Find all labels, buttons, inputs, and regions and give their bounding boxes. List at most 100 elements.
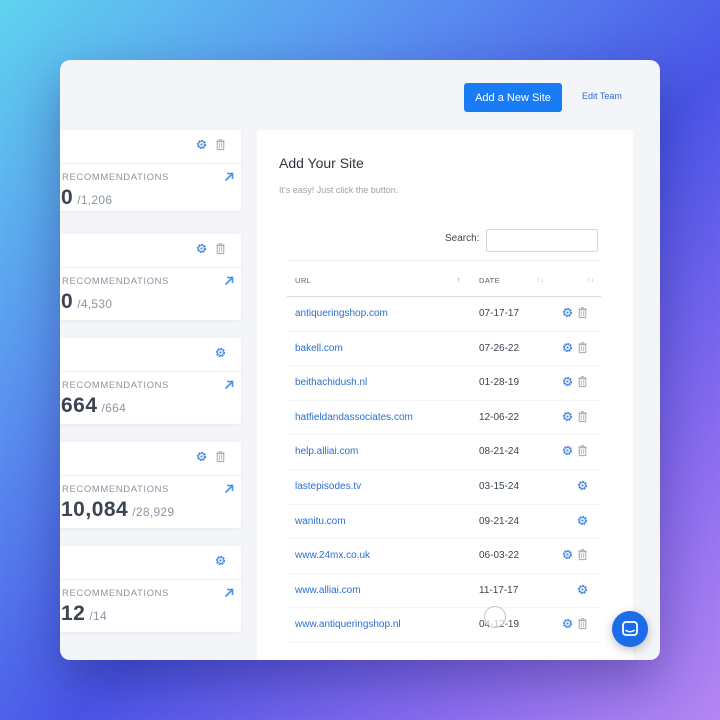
panel-title: Add Your Site xyxy=(279,155,364,171)
site-url-link[interactable]: www.alliai.com xyxy=(295,585,361,596)
recommendations-label: RECOMMENDATIONS xyxy=(62,588,169,599)
row-actions xyxy=(561,444,591,458)
sites-table: URL ↑ DATE ↑↓ ↑↓ antiqueringshop.com 07-1… xyxy=(287,260,601,643)
site-url-link[interactable]: wanitu.com xyxy=(295,516,346,527)
card-header xyxy=(60,234,241,268)
trash-icon[interactable] xyxy=(576,444,589,457)
table-row: antiqueringshop.com 07-17-17 xyxy=(287,297,601,332)
site-card: RECOMMENDATIONS 12/14 xyxy=(60,546,241,632)
site-url-link[interactable]: antiqueringshop.com xyxy=(295,308,388,319)
recommendations-count: 0/1,206 xyxy=(61,186,112,210)
gear-icon[interactable] xyxy=(561,375,574,388)
site-url-link[interactable]: lastepisodes.tv xyxy=(295,481,361,492)
trash-icon[interactable] xyxy=(576,548,589,561)
site-url-link[interactable]: www.24mx.co.uk xyxy=(295,550,370,561)
site-date: 01-28-19 xyxy=(479,377,520,389)
gear-icon[interactable] xyxy=(576,514,589,527)
column-header-date[interactable]: DATE xyxy=(479,276,500,285)
gear-icon[interactable] xyxy=(561,548,574,561)
gear-icon[interactable] xyxy=(561,306,574,319)
site-card: RECOMMENDATIONS 0/1,206 xyxy=(60,130,241,211)
gear-icon[interactable] xyxy=(214,346,227,359)
row-actions xyxy=(561,583,591,597)
site-date: 12-06-22 xyxy=(479,411,520,423)
site-url-link[interactable]: www.antiqueringshop.nl xyxy=(295,619,401,630)
site-date: 08-21-24 xyxy=(479,446,520,458)
table-row: www.24mx.co.uk 06-03-22 xyxy=(287,539,601,574)
recommendations-count: 12/14 xyxy=(61,602,107,626)
trash-icon[interactable] xyxy=(576,341,589,354)
panel-subtitle: It's easy! Just click the button. xyxy=(279,185,399,195)
card-header xyxy=(60,546,241,580)
gear-icon[interactable] xyxy=(561,617,574,630)
recommendations-label: RECOMMENDATIONS xyxy=(62,380,169,391)
gear-icon[interactable] xyxy=(561,444,574,457)
row-actions xyxy=(561,375,591,389)
column-header-url[interactable]: URL xyxy=(295,276,311,285)
site-date: 03-15-24 xyxy=(479,480,520,492)
card-actions xyxy=(195,242,227,255)
table-row: www.antiqueringshop.nl04-12-19 xyxy=(287,608,601,643)
site-url-link[interactable]: bakell.com xyxy=(295,343,343,354)
site-url-link[interactable]: hatfieldandassociates.com xyxy=(295,412,413,423)
arrow-up-right-icon[interactable] xyxy=(223,586,235,598)
arrow-up-right-icon[interactable] xyxy=(223,170,235,182)
trash-icon[interactable] xyxy=(576,617,589,630)
gear-icon[interactable] xyxy=(576,479,589,492)
trash-icon[interactable] xyxy=(576,410,589,423)
mouse-cursor xyxy=(484,606,506,628)
sort-indicator-url[interactable]: ↑ xyxy=(457,277,461,284)
table-row: hatfieldandassociates.com 12-06-22 xyxy=(287,401,601,436)
edit-team-link[interactable]: Edit Team xyxy=(582,91,622,101)
trash-icon[interactable] xyxy=(576,375,589,388)
search-input[interactable] xyxy=(486,229,598,252)
count-total: /4,530 xyxy=(77,297,113,311)
trash-icon[interactable] xyxy=(214,138,227,151)
trash-icon[interactable] xyxy=(214,450,227,463)
site-url-link[interactable]: beithachidush.nl xyxy=(295,377,367,388)
trash-icon[interactable] xyxy=(576,306,589,319)
gear-icon[interactable] xyxy=(576,583,589,596)
site-card: RECOMMENDATIONS 664/664 xyxy=(60,338,241,424)
sort-indicator-date[interactable]: ↑↓ xyxy=(537,277,544,284)
chat-icon xyxy=(622,621,638,636)
table-row: wanitu.com 09-21-24 xyxy=(287,505,601,540)
count-value: 12 xyxy=(61,602,86,625)
site-date: 06-03-22 xyxy=(479,550,520,562)
card-header xyxy=(60,442,241,476)
site-date: 11-17-17 xyxy=(479,584,519,596)
add-new-site-button[interactable]: Add a New Site xyxy=(464,83,562,112)
row-actions xyxy=(561,341,591,355)
count-value: 0 xyxy=(61,186,74,209)
card-actions xyxy=(214,346,227,359)
count-total: /1,206 xyxy=(77,193,113,207)
card-header xyxy=(60,338,241,372)
card-actions xyxy=(195,450,227,463)
count-value: 664 xyxy=(61,394,98,417)
app-window: Add a New Site Edit Team RECOMMENDATIONS… xyxy=(60,60,660,660)
site-url-link[interactable]: help.alliai.com xyxy=(295,446,358,457)
arrow-up-right-icon[interactable] xyxy=(223,378,235,390)
gear-icon[interactable] xyxy=(195,242,208,255)
count-total: /28,929 xyxy=(132,505,175,519)
row-actions xyxy=(561,410,591,424)
table-row: www.alliai.com 11-17-17 xyxy=(287,574,601,609)
gear-icon[interactable] xyxy=(195,450,208,463)
gear-icon[interactable] xyxy=(561,341,574,354)
table-row: lastepisodes.tv 03-15-24 xyxy=(287,470,601,505)
arrow-up-right-icon[interactable] xyxy=(223,482,235,494)
card-actions xyxy=(195,138,227,151)
recommendations-count: 664/664 xyxy=(61,394,126,418)
recommendations-count: 0/4,530 xyxy=(61,290,112,314)
table-row: bakell.com 07-26-22 xyxy=(287,332,601,367)
sort-indicator-actions[interactable]: ↑↓ xyxy=(587,277,594,284)
count-value: 10,084 xyxy=(61,498,129,521)
gear-icon[interactable] xyxy=(561,410,574,423)
trash-icon[interactable] xyxy=(214,242,227,255)
gear-icon[interactable] xyxy=(195,138,208,151)
chat-button[interactable] xyxy=(612,611,648,647)
recommendations-count: 10,084/28,929 xyxy=(61,498,174,522)
gear-icon[interactable] xyxy=(214,554,227,567)
table-body: antiqueringshop.com 07-17-17 bakell.com 07-… xyxy=(287,297,601,643)
arrow-up-right-icon[interactable] xyxy=(223,274,235,286)
